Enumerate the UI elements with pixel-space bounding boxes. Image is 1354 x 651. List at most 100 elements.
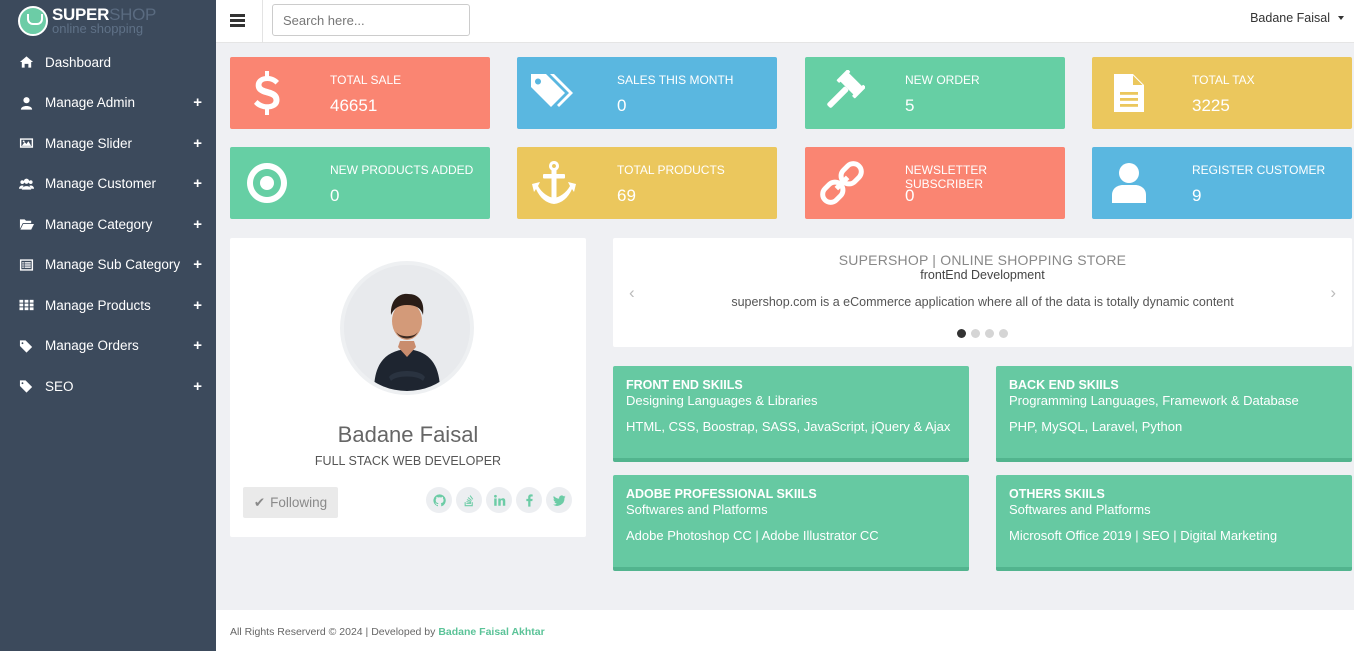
carousel-dot[interactable] (957, 329, 966, 338)
file-icon (1104, 69, 1154, 117)
sidebar-item-label: Manage Slider (45, 135, 133, 151)
stat-title: TOTAL SALE (330, 73, 402, 87)
divider (262, 0, 263, 43)
sidebar-item-manage-admin[interactable]: Manage Admin + (0, 83, 216, 124)
stat-card-newsletter-subscriber[interactable]: NEWSLETTER SUBSCRIBER 0 (805, 147, 1065, 219)
stat-title: REGISTER CUSTOMER (1192, 163, 1326, 177)
tags-icon (18, 379, 34, 393)
chevron-left-icon[interactable]: ‹ (629, 283, 635, 303)
shopping-bag-icon (18, 6, 48, 36)
search-input[interactable] (272, 4, 470, 36)
skill-subtitle: Softwares and Platforms (1009, 502, 1151, 517)
profile-card: Badane Faisal FULL STACK WEB DEVELOPER ✔… (230, 238, 586, 537)
stat-value: 0 (617, 96, 627, 115)
stat-value: 9 (1192, 186, 1202, 205)
sidebar-item-manage-products[interactable]: Manage Products + (0, 285, 216, 326)
sidebar-item-dashboard[interactable]: Dashboard (0, 42, 216, 83)
chain-icon (817, 159, 867, 207)
dollar-icon (242, 69, 292, 117)
following-button[interactable]: ✔ Following (243, 487, 338, 518)
stat-title: TOTAL TAX (1192, 73, 1255, 87)
linkedin-icon[interactable] (486, 487, 512, 513)
github-icon[interactable] (426, 487, 452, 513)
skill-card-front-end: FRONT END SKIILS Designing Languages & L… (613, 366, 969, 462)
info-carousel: SUPERSHOP | ONLINE SHOPPING STORE frontE… (613, 238, 1352, 347)
expand-icon[interactable]: + (193, 135, 202, 152)
tags-icon (529, 69, 579, 117)
stat-value: 5 (905, 96, 915, 115)
sidebar-item-seo[interactable]: SEO + (0, 366, 216, 407)
stat-card-total-tax[interactable]: TOTAL TAX 3225 (1092, 57, 1352, 129)
facebook-icon[interactable] (516, 487, 542, 513)
sidebar-item-label: Manage Admin (45, 95, 136, 111)
developer-link[interactable]: Badane Faisal Akhtar (438, 626, 544, 638)
expand-icon[interactable]: + (193, 94, 202, 111)
brand-logo[interactable]: SUPERSHOP online shopping (0, 0, 216, 42)
stackoverflow-icon[interactable] (456, 487, 482, 513)
stat-value: 0 (905, 186, 915, 205)
stat-card-sales-this-month[interactable]: SALES THIS MONTH 0 (517, 57, 777, 129)
skill-tags: PHP, MySQL, Laravel, Python (1009, 419, 1183, 434)
stat-card-total-products[interactable]: TOTAL PRODUCTS 69 (517, 147, 777, 219)
image-icon (18, 136, 34, 150)
expand-icon[interactable]: + (193, 297, 202, 314)
user-menu[interactable]: Badane Faisal (1250, 11, 1344, 25)
expand-icon[interactable]: + (193, 175, 202, 192)
menu-toggle-icon[interactable] (230, 14, 245, 27)
stat-title: NEW ORDER (905, 73, 980, 87)
sidebar-item-label: SEO (45, 378, 74, 394)
user-icon (1104, 159, 1154, 207)
expand-icon[interactable]: + (193, 337, 202, 354)
expand-icon[interactable]: + (193, 216, 202, 233)
skill-tags: Adobe Photoshop CC | Adobe Illustrator C… (626, 528, 879, 543)
skill-title: OTHERS SKIILS (1009, 487, 1105, 501)
carousel-dot[interactable] (971, 329, 980, 338)
avatar (340, 261, 474, 395)
sidebar-item-label: Manage Category (45, 216, 153, 232)
stat-value: 0 (330, 186, 340, 205)
carousel-dot[interactable] (999, 329, 1008, 338)
skill-title: ADOBE PROFESSIONAL SKIILS (626, 487, 817, 501)
caret-down-icon (1338, 16, 1344, 20)
stat-card-total-sale[interactable]: TOTAL SALE 46651 (230, 57, 490, 129)
check-icon: ✔ (253, 494, 266, 510)
sidebar-item-label: Manage Orders (45, 338, 139, 354)
anchor-icon (529, 159, 579, 207)
sidebar-item-manage-orders[interactable]: Manage Orders + (0, 326, 216, 367)
skill-subtitle: Softwares and Platforms (626, 502, 768, 517)
tags-icon (18, 339, 34, 353)
sidebar-item-label: Manage Customer (45, 176, 157, 192)
skill-tags: HTML, CSS, Boostrap, SASS, JavaScript, j… (626, 419, 951, 434)
twitter-icon[interactable] (546, 487, 572, 513)
sidebar-item-manage-category[interactable]: Manage Category + (0, 204, 216, 245)
stat-title: NEWSLETTER SUBSCRIBER (905, 163, 988, 191)
sidebar-item-manage-slider[interactable]: Manage Slider + (0, 123, 216, 164)
expand-icon[interactable]: + (193, 378, 202, 395)
stat-card-register-customer[interactable]: REGISTER CUSTOMER 9 (1092, 147, 1352, 219)
skill-title: FRONT END SKIILS (626, 378, 743, 392)
grid-icon (18, 298, 34, 312)
footer: All Rights Reserverd © 2024 | Developed … (216, 610, 1354, 651)
skill-card-back-end: BACK END SKIILS Programming Languages, F… (996, 366, 1352, 462)
user-name: Badane Faisal (1250, 11, 1330, 25)
stat-value: 69 (617, 186, 636, 205)
social-links (426, 487, 572, 513)
skill-card-others: OTHERS SKIILS Softwares and Platforms Mi… (996, 475, 1352, 571)
sidebar: SUPERSHOP online shopping Dashboard Mana… (0, 0, 216, 651)
user-icon (18, 96, 34, 110)
sidebar-item-manage-sub-category[interactable]: Manage Sub Category + (0, 245, 216, 286)
stat-card-new-order[interactable]: NEW ORDER 5 (805, 57, 1065, 129)
gavel-icon (817, 69, 867, 117)
sidebar-nav: Dashboard Manage Admin + Manage Slider +… (0, 42, 216, 407)
stat-title: SALES THIS MONTH (617, 73, 734, 87)
sidebar-item-manage-customer[interactable]: Manage Customer + (0, 164, 216, 205)
chevron-right-icon[interactable]: › (1330, 283, 1336, 303)
home-icon (18, 55, 34, 69)
stat-card-new-products-added[interactable]: NEW PRODUCTS ADDED 0 (230, 147, 490, 219)
stat-title: NEW PRODUCTS ADDED (330, 163, 474, 177)
expand-icon[interactable]: + (193, 256, 202, 273)
carousel-dot[interactable] (985, 329, 994, 338)
skill-subtitle: Programming Languages, Framework & Datab… (1009, 393, 1299, 408)
folder-open-icon (18, 217, 34, 231)
carousel-subtitle: frontEnd Development (920, 268, 1045, 282)
